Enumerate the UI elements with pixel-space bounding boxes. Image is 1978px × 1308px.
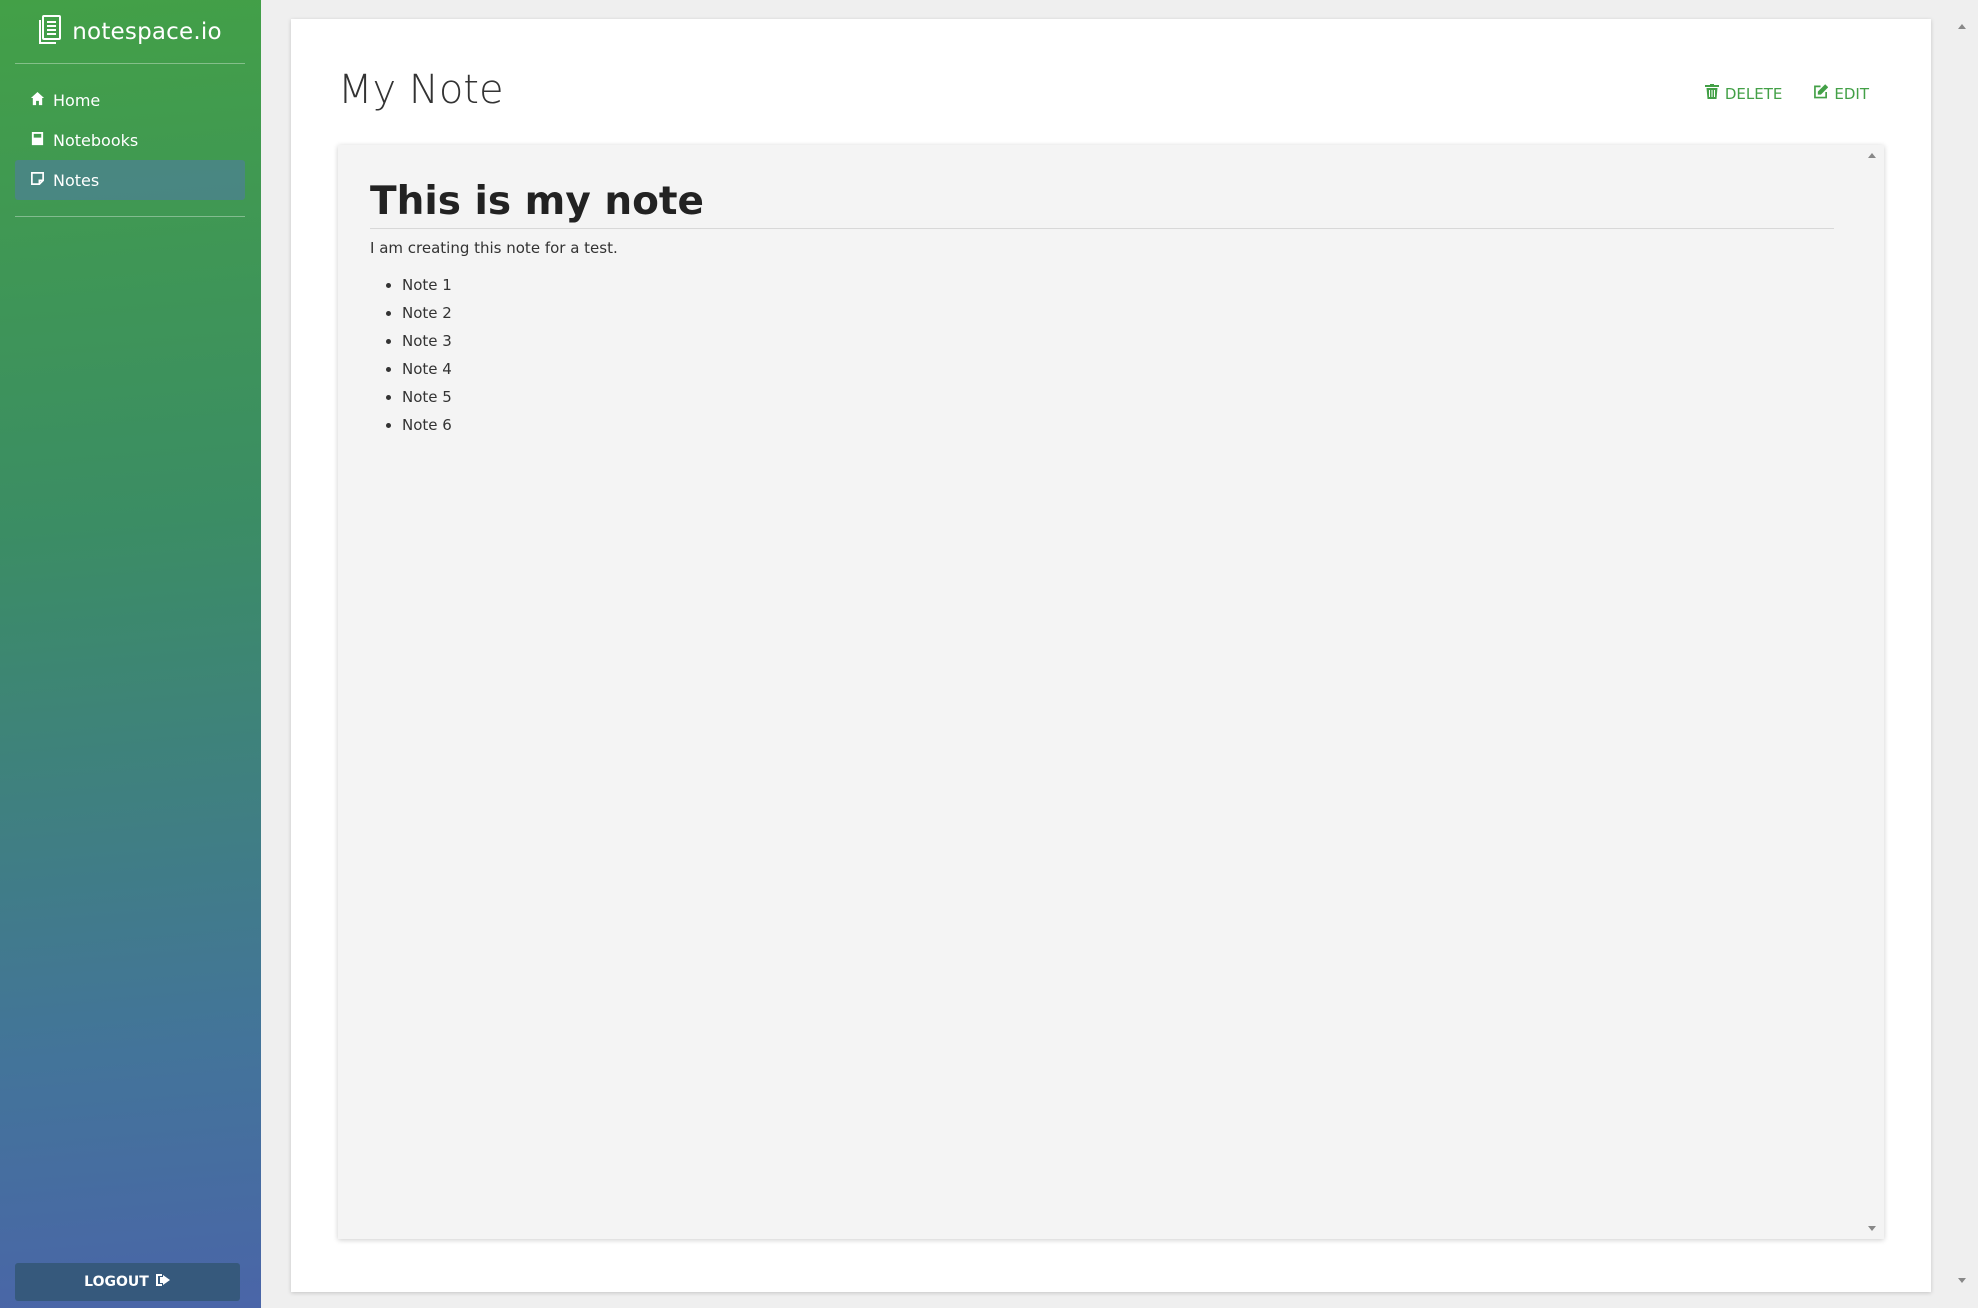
sidebar-item-label: Notes: [53, 170, 100, 190]
scroll-up-arrow-icon[interactable]: [1868, 153, 1876, 158]
list-item: Note 4: [402, 355, 1834, 383]
list-item: Note 5: [402, 383, 1834, 411]
note-paragraph: I am creating this note for a test.: [370, 239, 618, 257]
list-item: Note 3: [402, 327, 1834, 355]
edit-button[interactable]: EDIT: [1814, 84, 1869, 103]
book-icon: [30, 131, 45, 150]
nav-divider: [15, 216, 245, 217]
note-content: This is my note I am creating this note …: [370, 179, 1834, 439]
note-list: Note 1 Note 2 Note 3 Note 4 Note 5 Note …: [370, 271, 1834, 439]
scroll-down-arrow-icon[interactable]: [1868, 1226, 1876, 1231]
logout-button[interactable]: LOGOUT: [15, 1263, 240, 1301]
sidebar-item-notes[interactable]: Notes: [15, 160, 245, 200]
sidebar-item-home[interactable]: Home: [15, 80, 245, 120]
sidebar-nav: Home Notebooks Notes: [15, 80, 245, 200]
list-item: Note 2: [402, 299, 1834, 327]
page-title: My Note: [338, 67, 504, 113]
sign-out-icon: [155, 1273, 171, 1291]
note-actions: DELETE EDIT: [1704, 84, 1869, 103]
sidebar: notespace.io Home Notebooks Notes LOGOUT: [0, 0, 261, 1308]
page-scroll-up-arrow-icon[interactable]: [1958, 24, 1966, 29]
sidebar-item-label: Notebooks: [53, 130, 139, 150]
sidebar-item-notebooks[interactable]: Notebooks: [15, 120, 245, 160]
note-icon: [30, 171, 45, 190]
document-icon: [38, 14, 62, 49]
brand-name: notespace.io: [72, 18, 222, 45]
list-item: Note 6: [402, 411, 1834, 439]
delete-button[interactable]: DELETE: [1704, 84, 1783, 103]
sidebar-item-label: Home: [53, 90, 101, 110]
trash-icon: [1704, 84, 1719, 103]
note-heading: This is my note: [370, 179, 1834, 229]
page-scroll-down-arrow-icon[interactable]: [1958, 1278, 1966, 1283]
delete-label: DELETE: [1724, 84, 1783, 103]
edit-icon: [1814, 84, 1829, 103]
list-item: Note 1: [402, 271, 1834, 299]
main-card: My Note DELETE EDIT This is my note I am…: [291, 19, 1931, 1292]
logout-label: LOGOUT: [84, 1274, 149, 1290]
note-viewer[interactable]: This is my note I am creating this note …: [338, 145, 1884, 1239]
brand[interactable]: notespace.io: [15, 0, 245, 64]
edit-label: EDIT: [1834, 84, 1869, 103]
home-icon: [30, 91, 45, 110]
